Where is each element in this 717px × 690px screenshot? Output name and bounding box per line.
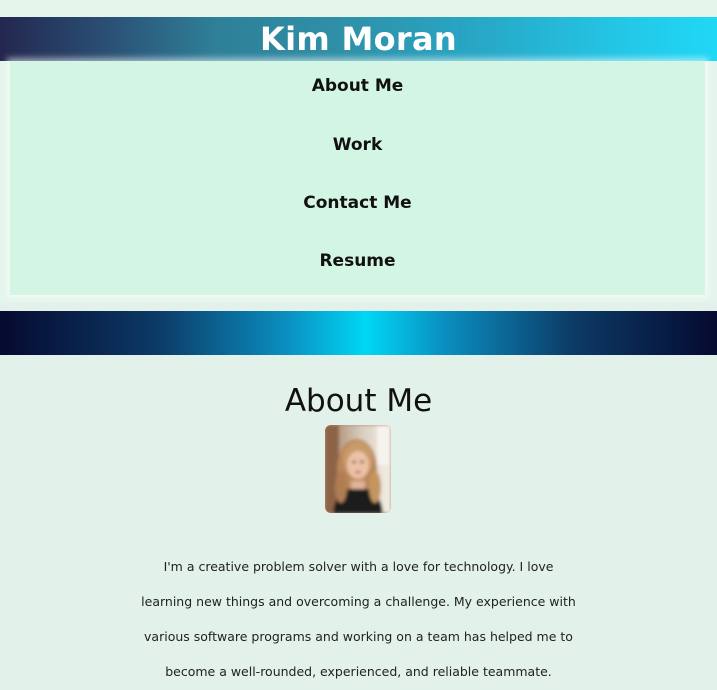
site-title: Kim Moran [260,20,457,58]
about-heading: About Me [284,383,433,419]
section-divider [0,311,717,355]
bio-line: various software programs and working on… [144,629,573,644]
site-header: Kim Moran About Me Work Contact Me Resum… [0,0,717,303]
bio-line: become a well-rounded, experienced, and … [165,664,552,679]
main-nav: About Me Work Contact Me Resume [10,61,705,295]
name-banner: Kim Moran [0,17,717,61]
bio-line: I'm a creative problem solver with a lov… [163,559,554,574]
nav-link-contact-me[interactable]: Contact Me [10,192,705,214]
nav-link-work[interactable]: Work [10,134,705,156]
nav-link-about-me[interactable]: About Me [10,75,705,97]
about-bio: I'm a creative problem solver with a lov… [0,549,717,689]
bio-line: learning new things and overcoming a cha… [141,594,576,609]
profile-photo [325,425,391,513]
nav-link-resume[interactable]: Resume [10,250,705,272]
